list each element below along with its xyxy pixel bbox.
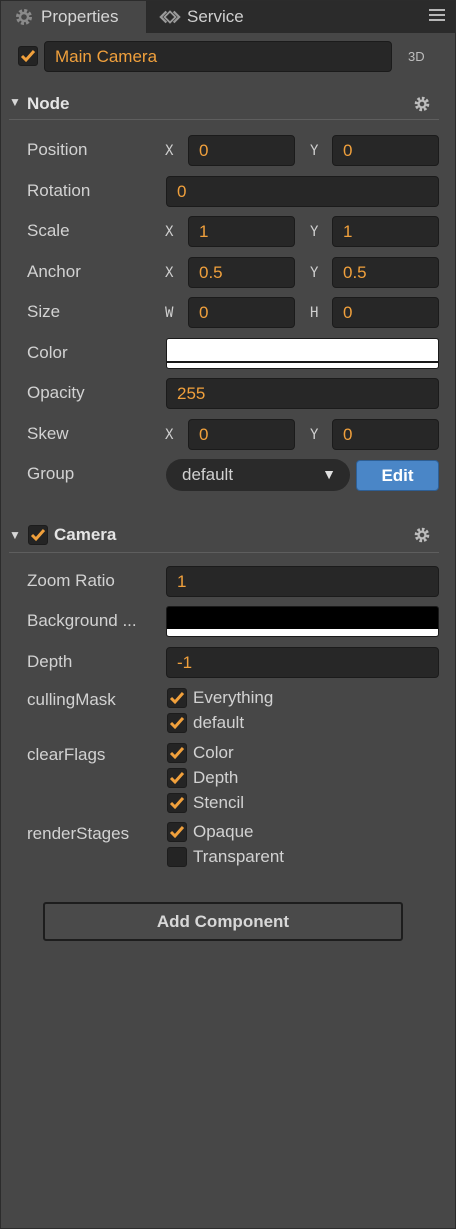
- scale-x-input[interactable]: 1: [188, 216, 295, 247]
- size-label: Size: [27, 302, 61, 321]
- node-enabled-checkbox[interactable]: [18, 46, 38, 66]
- camera-settings-gear-icon[interactable]: [413, 526, 431, 544]
- position-x-input[interactable]: 0: [188, 135, 295, 166]
- group-select-value: default: [182, 465, 234, 484]
- tab-properties[interactable]: Properties: [1, 1, 147, 33]
- render-transparent-label: Transparent: [193, 847, 285, 866]
- tab-service-label: Service: [187, 7, 244, 26]
- skew-x-axis-label: X: [165, 427, 174, 443]
- clear-depth-checkbox[interactable]: [167, 768, 187, 788]
- add-component-button[interactable]: Add Component: [43, 902, 403, 941]
- size-h-input[interactable]: 0: [332, 297, 439, 328]
- tab-bar: Properties Service: [1, 1, 455, 33]
- culling-default-checkbox[interactable]: [167, 713, 187, 733]
- anchor-x-axis-label: X: [165, 265, 174, 281]
- zoom-ratio-label: Zoom Ratio: [27, 571, 115, 590]
- camera-section-header[interactable]: ▼ Camera: [9, 520, 439, 553]
- clear-color-checkbox[interactable]: [167, 743, 187, 763]
- render-opaque-label: Opaque: [193, 822, 254, 841]
- position-x-axis-label: X: [165, 143, 174, 159]
- depth-label: Depth: [27, 652, 73, 671]
- scale-label: Scale: [27, 221, 70, 240]
- clear-flags-label: clearFlags: [27, 745, 106, 764]
- node-section-header[interactable]: ▼ Node: [9, 89, 439, 120]
- position-y-input[interactable]: 0: [332, 135, 439, 166]
- clear-depth-label: Depth: [193, 768, 239, 787]
- anchor-y-input[interactable]: 0.5: [332, 257, 439, 288]
- rotation-input[interactable]: 0: [166, 176, 439, 207]
- background-color-swatch[interactable]: [166, 606, 439, 637]
- tab-properties-label: Properties: [41, 7, 119, 26]
- culling-everything-checkbox[interactable]: [167, 688, 187, 708]
- cloud-link-icon: [159, 6, 181, 28]
- skew-y-axis-label: Y: [310, 427, 319, 443]
- node-name-input[interactable]: Main Camera: [44, 41, 392, 72]
- menu-icon[interactable]: [429, 9, 445, 23]
- group-select[interactable]: default ▼: [166, 459, 350, 491]
- color-label: Color: [27, 343, 68, 362]
- size-h-axis-label: H: [310, 305, 319, 321]
- node-section-title: Node: [27, 94, 70, 113]
- anchor-x-input[interactable]: 0.5: [188, 257, 295, 288]
- opacity-label: Opacity: [27, 383, 85, 402]
- camera-section-title: Camera: [54, 525, 117, 544]
- group-label: Group: [27, 464, 75, 483]
- position-y-axis-label: Y: [310, 143, 319, 159]
- color-swatch[interactable]: [166, 338, 439, 369]
- zoom-ratio-input[interactable]: 1: [166, 566, 439, 597]
- skew-label: Skew: [27, 424, 69, 443]
- collapse-triangle-icon[interactable]: ▼: [9, 528, 21, 542]
- position-label: Position: [27, 140, 88, 159]
- clear-color-label: Color: [193, 743, 234, 762]
- camera-enabled-checkbox[interactable]: [28, 525, 48, 545]
- size-w-input[interactable]: 0: [188, 297, 295, 328]
- depth-input[interactable]: -1: [166, 647, 439, 678]
- size-w-axis-label: W: [165, 305, 174, 321]
- 3d-badge: 3D: [408, 49, 425, 64]
- skew-x-input[interactable]: 0: [188, 419, 295, 450]
- tab-service[interactable]: Service: [147, 1, 287, 33]
- anchor-y-axis-label: Y: [310, 265, 319, 281]
- scale-y-input[interactable]: 1: [332, 216, 439, 247]
- opacity-input[interactable]: 255: [166, 378, 439, 409]
- skew-y-input[interactable]: 0: [332, 419, 439, 450]
- culling-default-label: default: [193, 713, 245, 732]
- render-transparent-checkbox[interactable]: [167, 847, 187, 867]
- scale-y-axis-label: Y: [310, 224, 319, 240]
- render-stages-label: renderStages: [27, 824, 130, 843]
- anchor-label: Anchor: [27, 262, 81, 281]
- culling-everything-label: Everything: [193, 688, 274, 707]
- clear-stencil-checkbox[interactable]: [167, 793, 187, 813]
- clear-stencil-label: Stencil: [193, 793, 245, 812]
- render-opaque-checkbox[interactable]: [167, 822, 187, 842]
- culling-mask-label: cullingMask: [27, 690, 116, 709]
- collapse-triangle-icon[interactable]: ▼: [9, 95, 21, 109]
- background-color-label: Background ...: [27, 611, 137, 630]
- scale-x-axis-label: X: [165, 224, 174, 240]
- node-settings-gear-icon[interactable]: [413, 95, 431, 113]
- gear-icon: [13, 6, 35, 28]
- rotation-label: Rotation: [27, 181, 91, 200]
- edit-group-button[interactable]: Edit: [356, 460, 439, 491]
- chevron-down-icon: ▼: [322, 466, 336, 482]
